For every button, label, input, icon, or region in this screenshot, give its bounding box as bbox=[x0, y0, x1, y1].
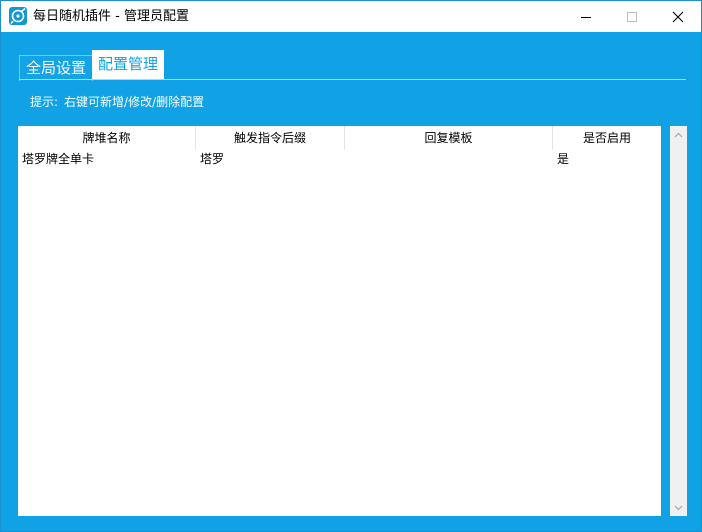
maximize-button[interactable] bbox=[609, 1, 655, 32]
column-header-trigger-suffix[interactable]: 触发指令后缀 bbox=[196, 126, 345, 150]
chevron-down-icon bbox=[674, 505, 683, 510]
close-icon bbox=[672, 11, 684, 22]
minimize-button[interactable] bbox=[563, 1, 609, 32]
column-header-reply-template[interactable]: 回复模板 bbox=[345, 126, 553, 150]
tab-divider bbox=[19, 79, 686, 80]
maximize-icon bbox=[627, 11, 637, 22]
hint-message: 右键可新增/修改/删除配置 bbox=[64, 95, 205, 109]
window-title: 每日随机插件 - 管理员配置 bbox=[33, 9, 189, 24]
scroll-up-button[interactable] bbox=[670, 126, 687, 143]
cell-trigger-suffix: 塔罗 bbox=[200, 152, 225, 166]
table-row[interactable]: 塔罗牌全单卡 塔罗 是 bbox=[18, 150, 661, 169]
cell-deck-name: 塔罗牌全单卡 bbox=[22, 152, 95, 166]
client-area: 全局设置 配置管理 提示: 右键可新增/修改/删除配置 牌堆名称 触发指令后缀 回… bbox=[1, 32, 701, 531]
hint-prefix: 提示: bbox=[30, 95, 59, 109]
main-window: 每日随机插件 - 管理员配置 全局设置 配置管理 提示: 右键可新增/修改/删除配… bbox=[0, 0, 702, 532]
table-header: 牌堆名称 触发指令后缀 回复模板 是否启用 bbox=[18, 126, 661, 150]
chevron-up-icon bbox=[674, 132, 683, 137]
app-icon bbox=[9, 7, 27, 25]
title-bar[interactable]: 每日随机插件 - 管理员配置 bbox=[1, 1, 701, 32]
hint-text: 提示: 右键可新增/修改/删除配置 bbox=[30, 93, 204, 110]
tab-global-settings[interactable]: 全局设置 bbox=[19, 55, 94, 81]
column-header-deck-name[interactable]: 牌堆名称 bbox=[18, 126, 196, 150]
close-button[interactable] bbox=[655, 1, 701, 32]
config-table[interactable]: 牌堆名称 触发指令后缀 回复模板 是否启用 塔罗牌全单卡 塔罗 是 bbox=[18, 126, 661, 516]
cell-enabled: 是 bbox=[557, 152, 570, 166]
scroll-down-button[interactable] bbox=[670, 499, 687, 516]
column-header-enabled[interactable]: 是否启用 bbox=[553, 126, 661, 150]
minimize-icon bbox=[581, 16, 591, 18]
vertical-scrollbar[interactable] bbox=[670, 126, 687, 516]
tab-config-manage[interactable]: 配置管理 bbox=[92, 50, 165, 80]
